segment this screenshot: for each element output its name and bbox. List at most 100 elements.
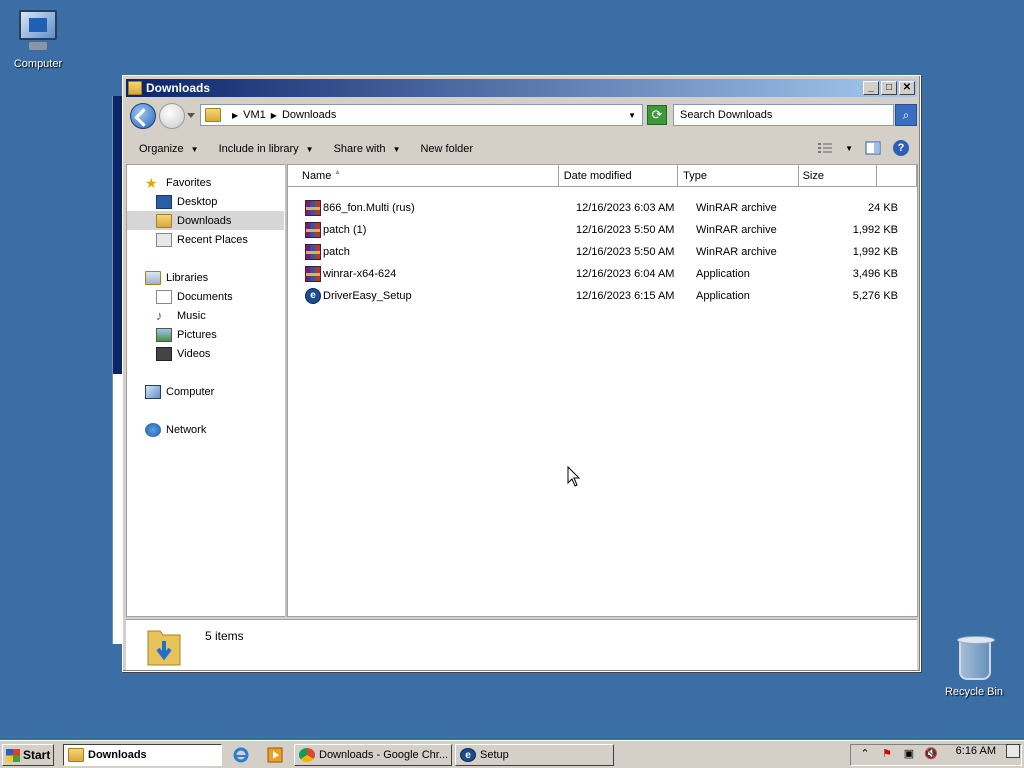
drivereasy-icon <box>460 748 476 762</box>
file-date: 12/16/2023 5:50 AM <box>576 246 675 258</box>
nav-music[interactable]: ♪ Music <box>127 306 284 325</box>
show-desktop-button[interactable] <box>1006 744 1020 758</box>
maximize-button[interactable]: □ <box>881 81 897 95</box>
action-center-alert-icon[interactable]: ⚑ <box>879 747 895 763</box>
media-player-icon[interactable] <box>267 747 283 763</box>
task-downloads[interactable]: Downloads <box>63 744 222 766</box>
file-row[interactable]: DriverEasy_Setup 12/16/2023 6:15 AM Appl… <box>288 285 917 307</box>
change-view-icon[interactable] <box>817 140 833 156</box>
address-dropdown-icon[interactable]: ▼ <box>628 111 636 120</box>
music-icon: ♪ <box>156 307 163 323</box>
downloads-folder-icon <box>147 630 181 666</box>
nav-libraries[interactable]: Libraries <box>127 268 284 287</box>
chevron-down-icon: ▼ <box>392 144 401 154</box>
documents-icon <box>156 289 172 304</box>
nav-computer[interactable]: Computer <box>127 382 284 401</box>
breadcrumb-arrow-icon[interactable]: ▶ <box>271 111 277 120</box>
nav-documents[interactable]: Documents <box>127 287 284 306</box>
file-name: winrar-x64-624 <box>323 268 397 280</box>
clock[interactable]: 6:16 AM <box>956 745 996 757</box>
show-hidden-icons-icon[interactable]: ⌃ <box>857 747 873 763</box>
file-size: 3,496 KB <box>852 268 898 280</box>
share-with-menu[interactable]: Share with ▼ <box>334 143 401 155</box>
task-google-chrome[interactable]: Downloads - Google Chr... <box>294 744 452 766</box>
folder-icon <box>128 81 142 95</box>
folder-icon <box>205 108 221 122</box>
breadcrumb-downloads[interactable]: Downloads <box>282 109 336 121</box>
file-size: 5,276 KB <box>852 290 898 302</box>
organize-menu[interactable]: Organize ▼ <box>139 143 199 155</box>
recycle-bin-icon <box>951 636 997 682</box>
desktop-computer-shortcut[interactable]: Computer <box>3 8 73 70</box>
breadcrumb-vm1[interactable]: VM1 <box>243 109 266 121</box>
nav-pictures[interactable]: Pictures <box>127 325 284 344</box>
back-button[interactable] <box>130 103 156 129</box>
nav-downloads[interactable]: Downloads <box>127 211 284 230</box>
close-button[interactable]: ✕ <box>899 81 915 95</box>
file-row[interactable]: patch 12/16/2023 5:50 AM WinRAR archive … <box>288 241 917 263</box>
recent-pages-dropdown-icon[interactable] <box>187 111 195 119</box>
nav-desktop[interactable]: Desktop <box>127 192 284 211</box>
new-folder-button[interactable]: New folder <box>420 143 473 155</box>
preview-pane-icon[interactable] <box>865 140 881 156</box>
nav-favorites[interactable]: ★ Favorites <box>127 173 284 192</box>
column-header-date-modified[interactable]: Date modified <box>558 165 679 187</box>
search-input[interactable]: Search Downloads <box>673 104 894 126</box>
minimize-button[interactable]: _ <box>863 81 879 95</box>
file-row[interactable]: winrar-x64-624 12/16/2023 6:04 AM Applic… <box>288 263 917 285</box>
column-header-type[interactable]: Type <box>678 165 799 187</box>
navigation-bar: ▶ VM1 ▶ Downloads ▼ ⟳ Search Downloads ⌕ <box>126 99 917 131</box>
file-size: 1,992 KB <box>852 224 898 236</box>
file-date: 12/16/2023 6:15 AM <box>576 290 675 302</box>
file-row[interactable]: patch (1) 12/16/2023 5:50 AM WinRAR arch… <box>288 219 917 241</box>
star-icon: ★ <box>145 174 158 191</box>
internet-explorer-icon[interactable] <box>233 747 249 763</box>
pictures-icon <box>156 327 172 342</box>
task-setup[interactable]: Setup <box>455 744 614 766</box>
file-row[interactable]: 866_fon.Multi (rus) 12/16/2023 6:03 AM W… <box>288 197 917 219</box>
videos-icon <box>156 346 172 361</box>
system-tray: ⌃ ⚑ ▣ 🔇 <box>850 744 1022 766</box>
help-icon[interactable]: ? <box>893 140 909 156</box>
desktop-icon-label: Recycle Bin <box>944 686 1004 698</box>
network-status-icon[interactable]: ▣ <box>901 747 917 763</box>
recent-places-icon <box>156 232 172 247</box>
drivereasy-icon <box>305 288 321 304</box>
address-bar[interactable]: ▶ VM1 ▶ Downloads ▼ <box>200 104 643 126</box>
folder-icon <box>68 748 84 762</box>
file-type: WinRAR archive <box>696 202 777 214</box>
column-header-name[interactable]: Name ▲ <box>288 165 559 187</box>
view-options-dropdown-icon[interactable]: ▼ <box>845 144 853 153</box>
winrar-icon <box>305 222 321 238</box>
desktop-recycle-bin-shortcut[interactable]: Recycle Bin <box>939 636 1009 698</box>
windows-logo-icon <box>6 748 20 762</box>
chevron-down-icon: ▼ <box>190 144 199 154</box>
start-button[interactable]: Start <box>2 744 54 766</box>
mouse-cursor-icon <box>567 466 581 487</box>
column-header-size[interactable]: Size <box>798 165 878 187</box>
nav-recent-places[interactable]: Recent Places <box>127 230 284 249</box>
file-name: patch <box>323 246 350 258</box>
file-date: 12/16/2023 5:50 AM <box>576 224 675 236</box>
chevron-down-icon: ▼ <box>305 144 314 154</box>
chrome-icon <box>299 748 315 762</box>
breadcrumb-arrow-icon[interactable]: ▶ <box>232 111 238 120</box>
file-size: 1,992 KB <box>852 246 898 258</box>
network-icon <box>145 422 161 437</box>
volume-muted-icon[interactable]: 🔇 <box>923 747 939 763</box>
nav-videos[interactable]: Videos <box>127 344 284 363</box>
file-name: patch (1) <box>323 224 367 236</box>
refresh-button[interactable]: ⟳ <box>647 105 667 125</box>
sort-ascending-icon: ▲ <box>334 169 341 176</box>
nav-network[interactable]: Network <box>127 420 284 439</box>
file-date: 12/16/2023 6:04 AM <box>576 268 675 280</box>
file-size: 24 KB <box>868 202 898 214</box>
search-icon[interactable]: ⌕ <box>895 104 917 126</box>
title-bar[interactable]: Downloads _ □ ✕ <box>126 79 917 97</box>
forward-button[interactable] <box>159 103 185 129</box>
winrar-icon <box>305 266 321 282</box>
include-in-library-menu[interactable]: Include in library ▼ <box>219 143 314 155</box>
desktop-icon-label: Computer <box>13 58 63 70</box>
file-date: 12/16/2023 6:03 AM <box>576 202 675 214</box>
winrar-icon <box>305 244 321 260</box>
